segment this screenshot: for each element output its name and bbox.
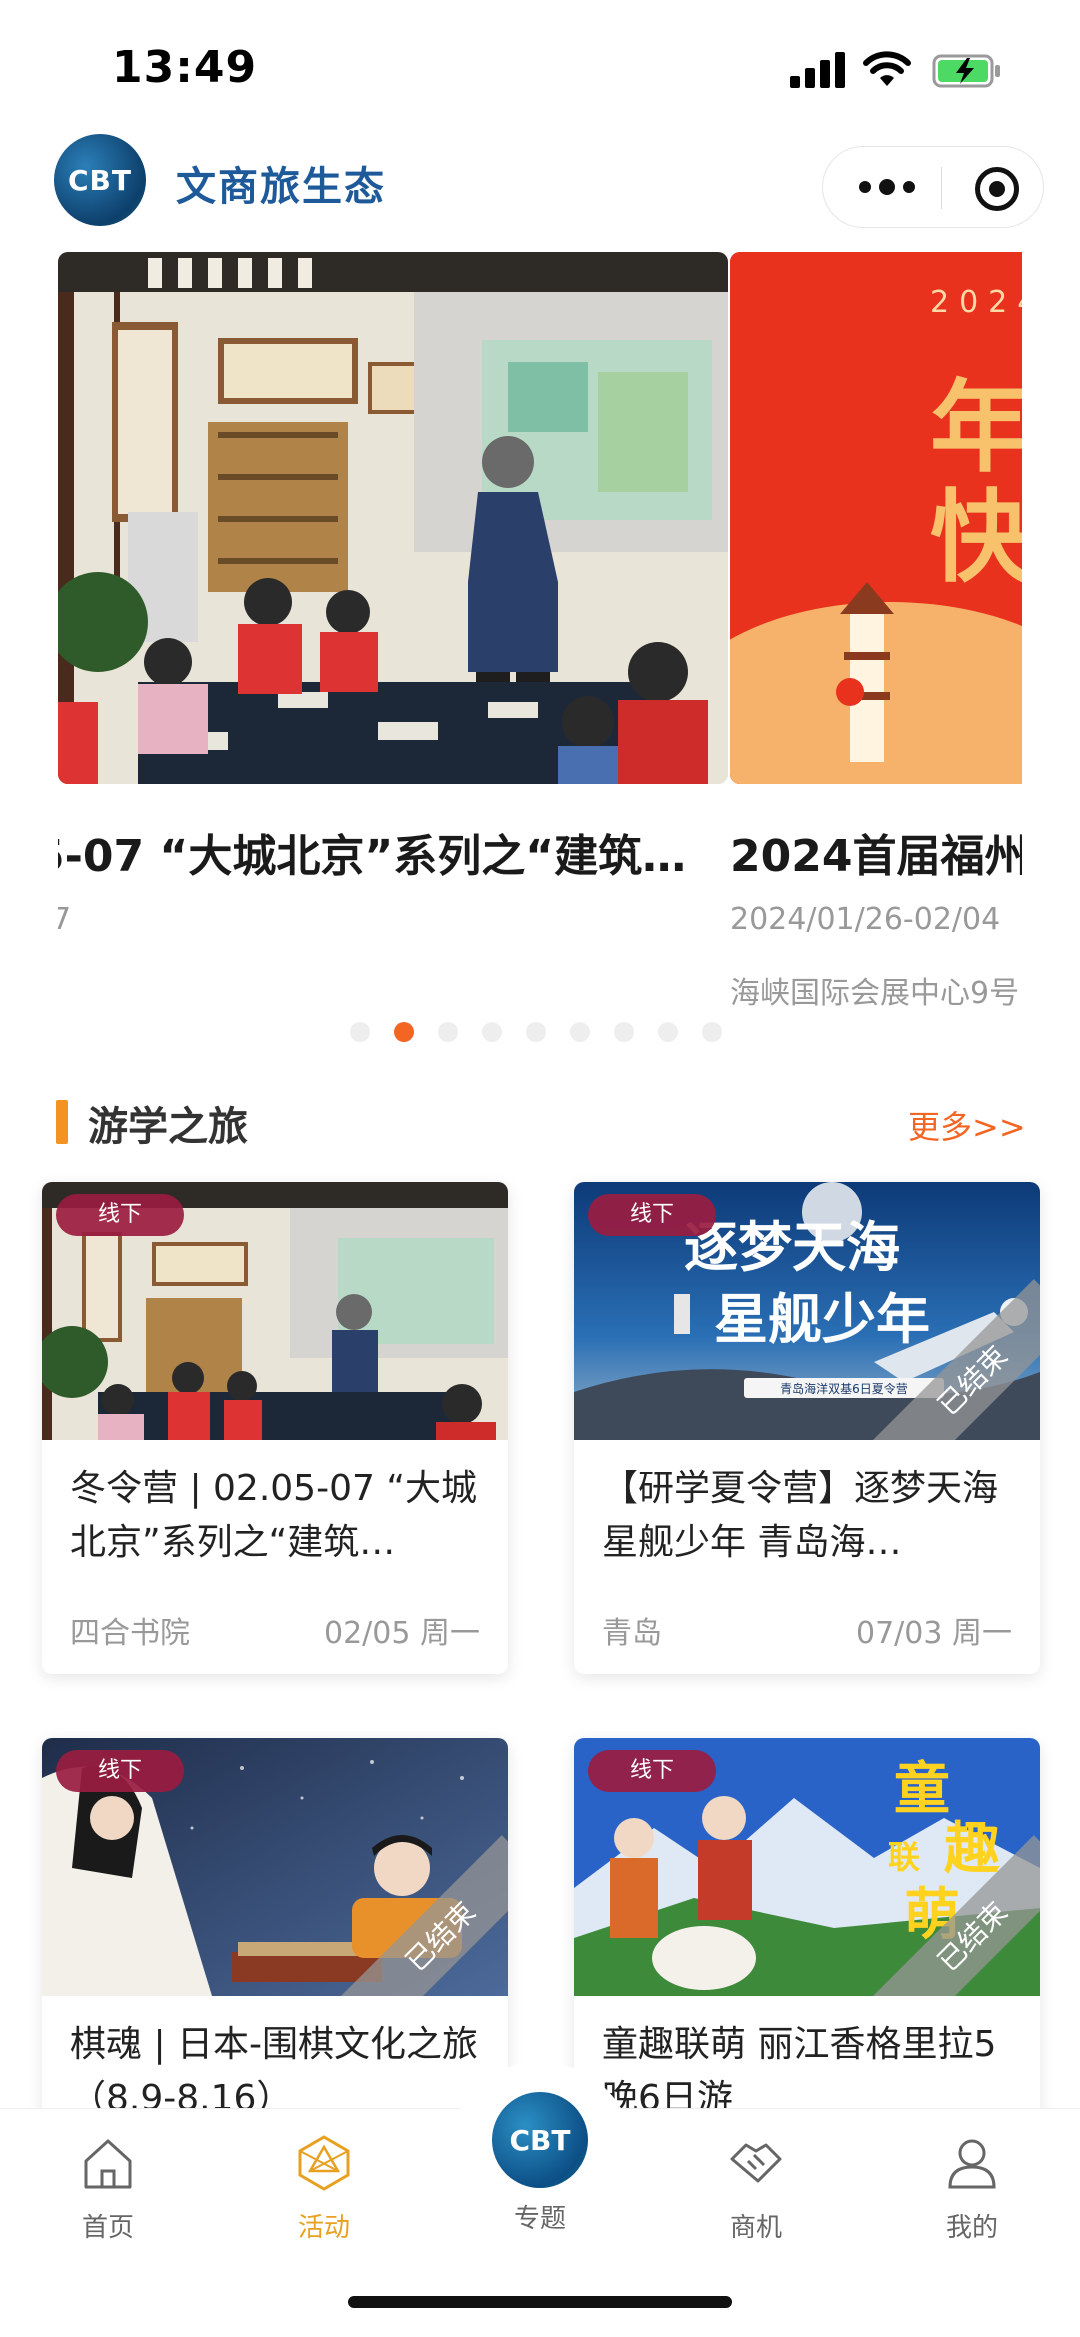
- carousel-dot[interactable]: [658, 1022, 678, 1042]
- card-date: 07/03 周一: [856, 1616, 1012, 1651]
- miniprogram-capsule: [822, 146, 1044, 228]
- carousel-dot[interactable]: [526, 1022, 546, 1042]
- card-title: 【研学夏令营】逐梦天海 星舰少年 青岛海…: [602, 1468, 999, 1563]
- svg-text:2024: 2024: [930, 285, 1022, 320]
- svg-text:年: 年: [930, 369, 1022, 486]
- carousel-dot[interactable]: [438, 1022, 458, 1042]
- battery-charging-icon: [932, 54, 1000, 88]
- card-image: 童 趣 联 萌 线下 已结束: [574, 1738, 1040, 1996]
- slide-date-1: 7: [58, 902, 72, 937]
- cbt-logo-icon[interactable]: CBT: [492, 2092, 588, 2188]
- card-date: 02/05 周一: [324, 1616, 480, 1651]
- slide-image-fuzhou[interactable]: 2024 年 快: [730, 252, 1022, 784]
- carousel-dot[interactable]: [614, 1022, 634, 1042]
- activity-card[interactable]: 童 趣 联 萌 线下 已结束 童趣联萌 丽江香格里拉5晚6日游: [574, 1738, 1040, 2136]
- card-title: 冬令营 | 02.05-07 “大城北京”系列之“建筑…: [70, 1468, 477, 1563]
- activity-card[interactable]: 线下 冬令营 | 02.05-07 “大城北京”系列之“建筑… 四合书院 02/…: [42, 1182, 508, 1674]
- carousel-dot[interactable]: [482, 1022, 502, 1042]
- card-image: 线下 已结束: [42, 1738, 508, 1996]
- capsule-divider: [941, 167, 942, 209]
- carousel-dot-active[interactable]: [394, 1022, 414, 1042]
- banner-subtitle: 星舰少年: [714, 1288, 930, 1351]
- user-icon: [948, 2139, 996, 2189]
- home-indicator: [348, 2296, 732, 2308]
- banner-char-3: 联: [888, 1838, 920, 1876]
- banner-char-2: 趣: [944, 1817, 1000, 1882]
- tab-home[interactable]: 首页: [48, 2127, 168, 2244]
- more-link[interactable]: 更多>>: [908, 1102, 1026, 1148]
- tab-label: 我的: [945, 2213, 998, 2243]
- slide-image-classroom[interactable]: [58, 252, 728, 784]
- activity-card[interactable]: 线下 已结束 棋魂 | 日本-围棋文化之旅（8.9-8.16）: [42, 1738, 508, 2136]
- tab-mine[interactable]: 我的: [912, 2127, 1032, 2244]
- tab-label: 首页: [81, 2213, 134, 2243]
- svg-text:快: 快: [930, 479, 1022, 596]
- slide-title-1[interactable]: 5-07 “大城北京”系列之“建筑…: [58, 820, 686, 884]
- card-location: 青岛: [602, 1616, 662, 1651]
- banner-caption: 青岛海洋双基6日夏令营: [780, 1381, 908, 1396]
- carousel-dot[interactable]: [350, 1022, 370, 1042]
- slide-location-2: 海峡国际会展中心9号: [730, 976, 1020, 1011]
- card-image: 线下: [42, 1182, 508, 1440]
- banner-char-1: 童: [894, 1757, 950, 1822]
- wifi-icon: [863, 51, 911, 86]
- offline-tag: 线下: [56, 1750, 185, 1792]
- activity-card[interactable]: 逐梦天海 星舰少年 青岛海洋双基6日夏令营 线下 已结束 【研学夏令营】逐梦天海…: [574, 1182, 1040, 1674]
- card-image: 逐梦天海 星舰少年 青岛海洋双基6日夏令营 线下 已结束: [574, 1182, 1040, 1440]
- card-meta: 四合书院 02/05 周一: [42, 1580, 508, 1674]
- carousel-dot[interactable]: [702, 1022, 722, 1042]
- card-meta: 青岛 07/03 周一: [574, 1580, 1040, 1674]
- status-bar: 13:49: [0, 0, 1080, 130]
- slide-title-2[interactable]: 2024首届福州: [730, 820, 1022, 884]
- carousel-dot[interactable]: [570, 1022, 590, 1042]
- signal-icon: [790, 52, 846, 88]
- cbt-logo: CBT: [54, 134, 146, 226]
- offline-tag: 线下: [588, 1750, 717, 1792]
- offline-tag: 线下: [588, 1194, 717, 1236]
- tab-topic-label[interactable]: 专题: [480, 2198, 600, 2235]
- handshake-icon: [730, 2143, 782, 2183]
- app-header: CBT 文商旅生态: [0, 130, 1080, 250]
- activity-icon: [298, 2135, 350, 2191]
- tab-activity[interactable]: 活动: [264, 2127, 384, 2244]
- banner-carousel[interactable]: 2024 年 快 5-07 “大城北京”系列之“建筑… 2024首届福州 7 2…: [58, 252, 1022, 1012]
- offline-tag: 线下: [56, 1194, 185, 1236]
- carousel-indicator: [350, 1022, 722, 1042]
- card-location: 四合书院: [70, 1616, 190, 1651]
- section-title: 游学之旅: [88, 1104, 248, 1150]
- section-accent-bar: [56, 1100, 68, 1144]
- tab-business[interactable]: 商机: [696, 2127, 816, 2244]
- more-options-icon[interactable]: [859, 177, 915, 197]
- brand-name: 文商旅生态: [176, 164, 386, 210]
- close-miniprogram-icon[interactable]: [975, 167, 1019, 211]
- slide-date-2: 2024/01/26-02/04: [730, 902, 1001, 937]
- home-icon: [84, 2139, 132, 2189]
- status-time: 13:49: [112, 42, 258, 93]
- tab-label: 商机: [729, 2213, 782, 2243]
- banner-title: 逐梦天海: [684, 1216, 900, 1279]
- tab-label: 活动: [297, 2213, 350, 2243]
